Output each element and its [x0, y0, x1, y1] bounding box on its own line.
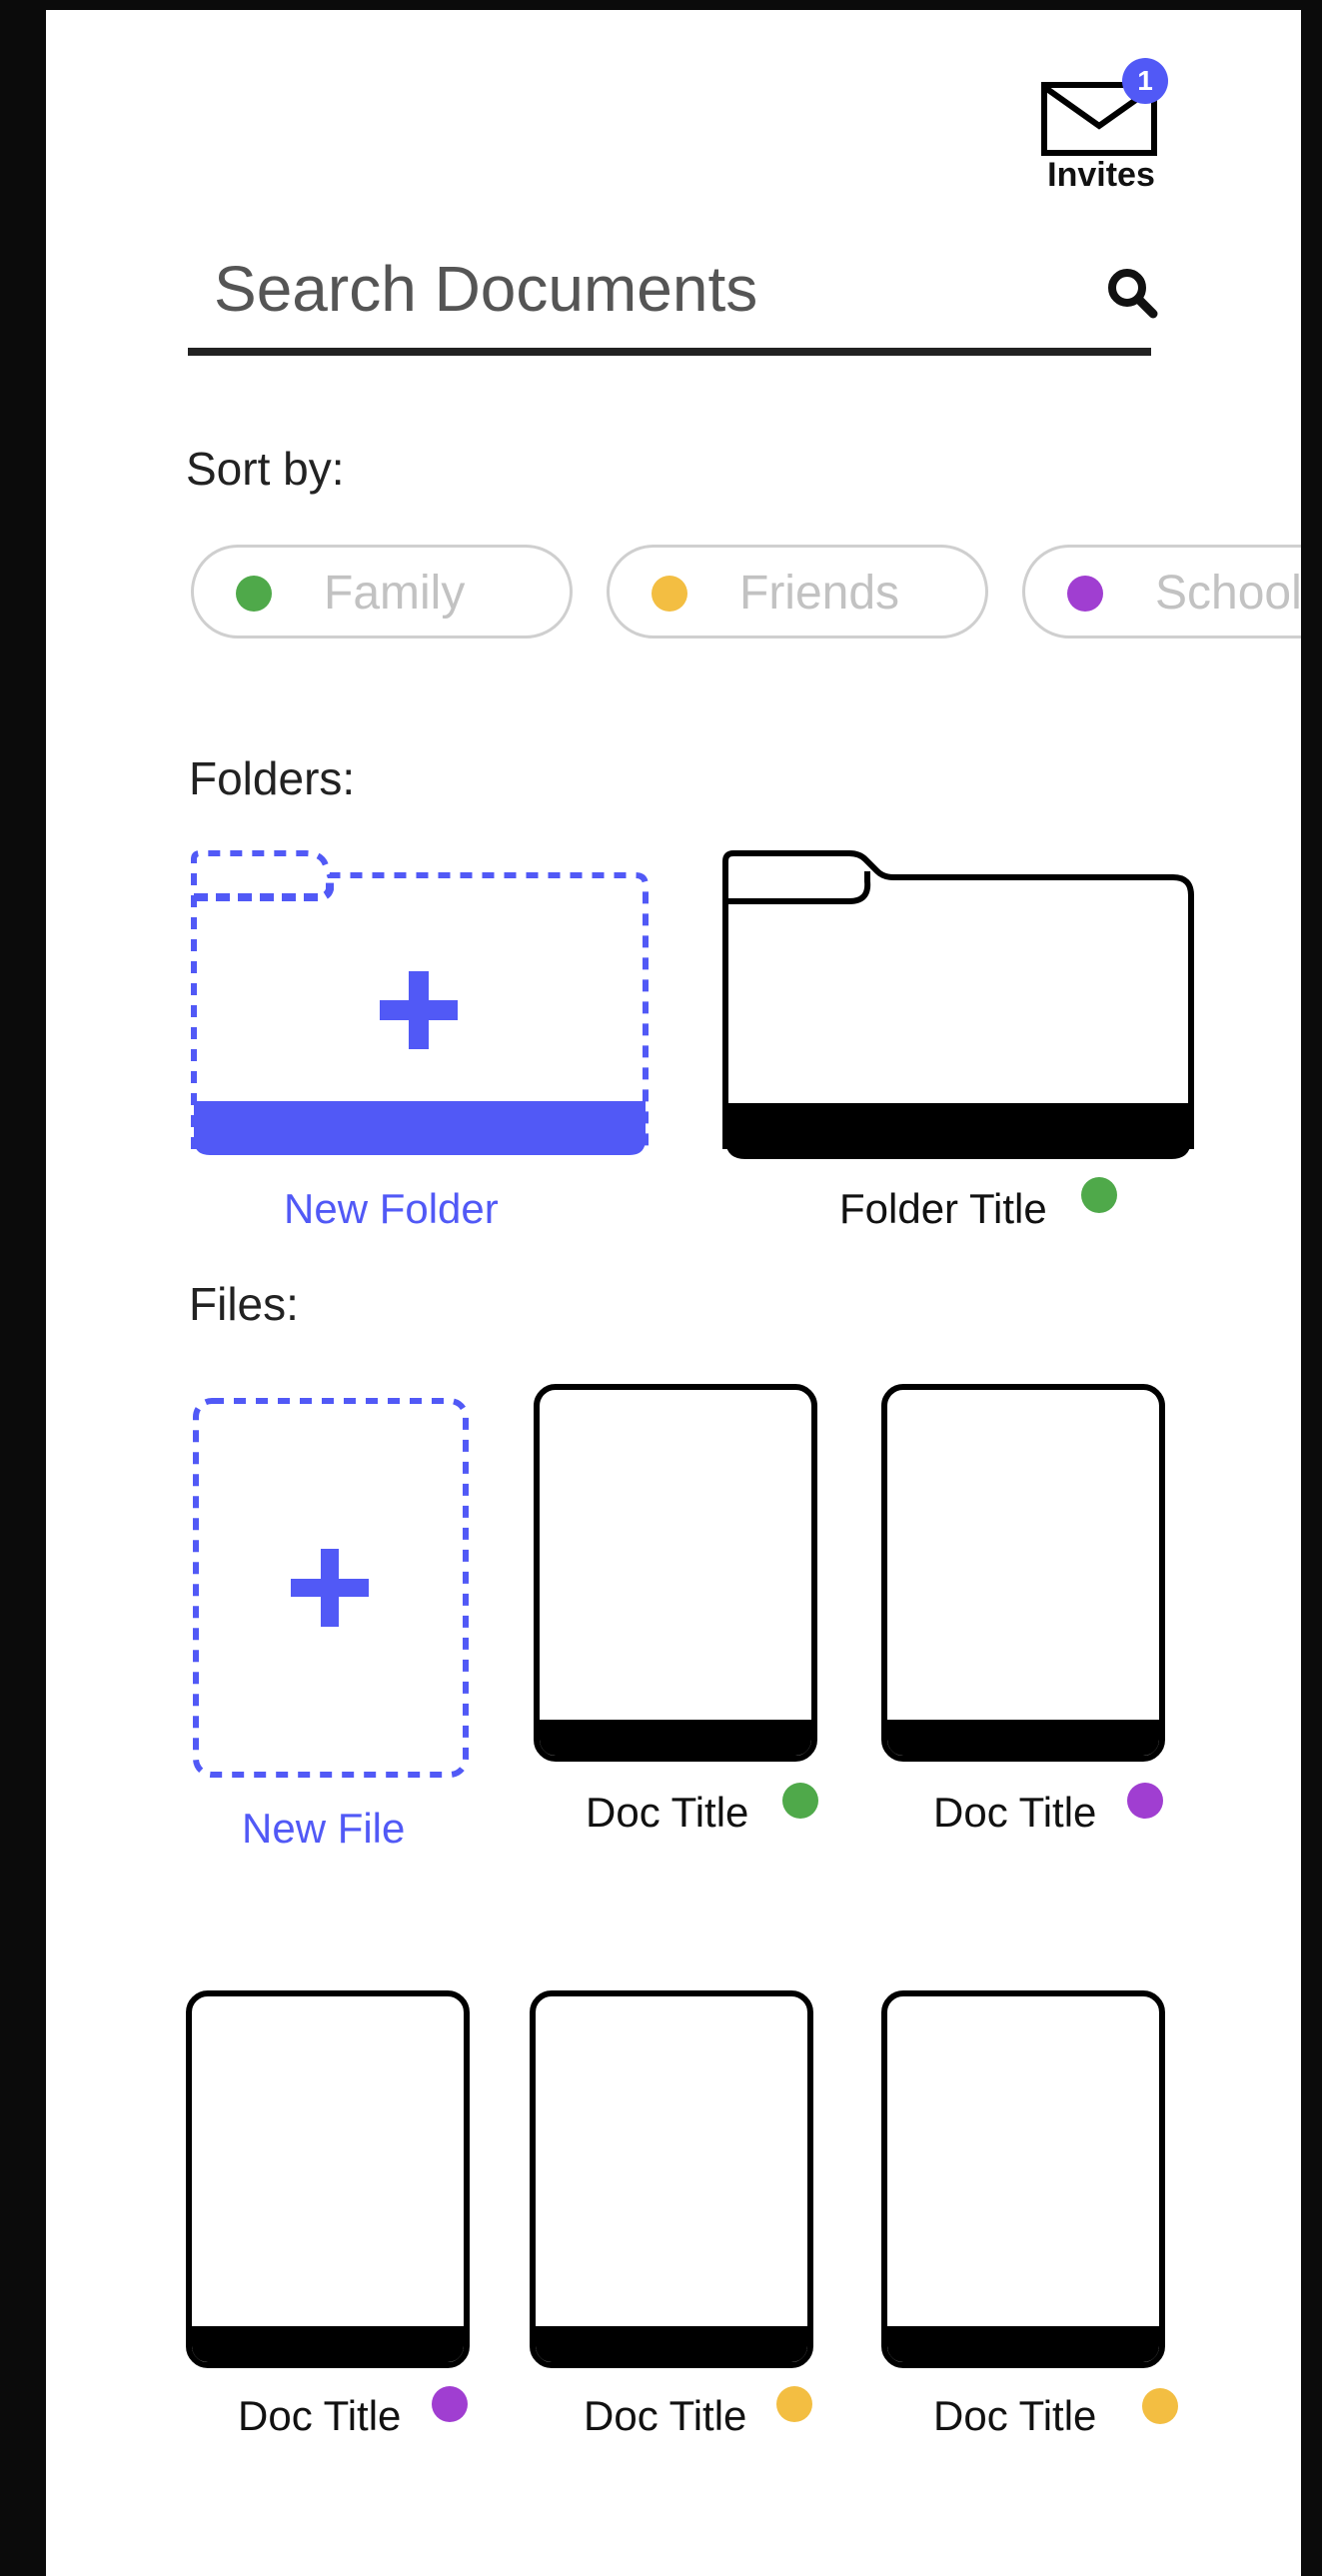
green-dot-icon — [782, 1783, 818, 1819]
doc-card[interactable] — [881, 1990, 1165, 2368]
plus-icon — [380, 971, 458, 1049]
new-file-button[interactable] — [192, 1397, 472, 1783]
doc-title: Doc Title — [586, 1789, 749, 1836]
doc-card[interactable] — [186, 1990, 470, 2368]
doc-title: Doc Title — [933, 1789, 1097, 1836]
yellow-dot-icon — [776, 2386, 812, 2422]
invites-badge: 1 — [1122, 58, 1168, 104]
folder-title: Folder Title — [839, 1185, 1047, 1232]
doc-footer-bar — [536, 2326, 807, 2362]
search-bar — [188, 230, 1158, 358]
doc-card[interactable] — [534, 1384, 817, 1762]
doc-footer-bar — [887, 2326, 1159, 2362]
search-input[interactable] — [188, 230, 1087, 348]
yellow-dot-icon — [1142, 2388, 1178, 2424]
new-file-label: New File — [242, 1805, 406, 1852]
plus-icon — [291, 1549, 369, 1627]
purple-dot-icon — [1127, 1783, 1163, 1819]
documents-screen: 1 Invites Sort by: Family Friends School… — [46, 10, 1301, 2576]
invites-button[interactable]: 1 Invites — [1011, 50, 1191, 210]
invites-label: Invites — [1047, 156, 1155, 194]
doc-footer-bar — [192, 2326, 464, 2362]
folders-label: Folders: — [189, 752, 356, 804]
doc-title: Doc Title — [238, 2392, 402, 2439]
doc-title: Doc Title — [584, 2392, 747, 2439]
doc-card[interactable] — [881, 1384, 1165, 1762]
new-folder-label: New Folder — [284, 1185, 499, 1232]
green-dot-icon — [236, 576, 272, 612]
doc-footer-bar — [887, 1720, 1159, 1756]
search-underline — [188, 348, 1151, 356]
files-label: Files: — [189, 1278, 299, 1330]
yellow-dot-icon — [652, 576, 687, 612]
folder-card[interactable] — [721, 849, 1195, 1165]
purple-dot-icon — [1067, 576, 1103, 612]
new-folder-button[interactable] — [190, 849, 652, 1161]
doc-footer-bar — [540, 1720, 811, 1756]
chip-school[interactable]: School — [1022, 545, 1301, 639]
chip-friends[interactable]: Friends — [607, 545, 988, 639]
sort-label: Sort by: — [186, 443, 345, 495]
search-icon[interactable] — [1105, 266, 1159, 320]
purple-dot-icon — [432, 2386, 468, 2422]
chip-label: Family — [324, 567, 466, 620]
chip-family[interactable]: Family — [191, 545, 573, 639]
doc-card[interactable] — [530, 1990, 813, 2368]
chip-label: Friends — [739, 567, 900, 620]
doc-title: Doc Title — [933, 2392, 1097, 2439]
green-dot-icon — [1081, 1177, 1117, 1213]
chip-label: School — [1155, 567, 1301, 620]
